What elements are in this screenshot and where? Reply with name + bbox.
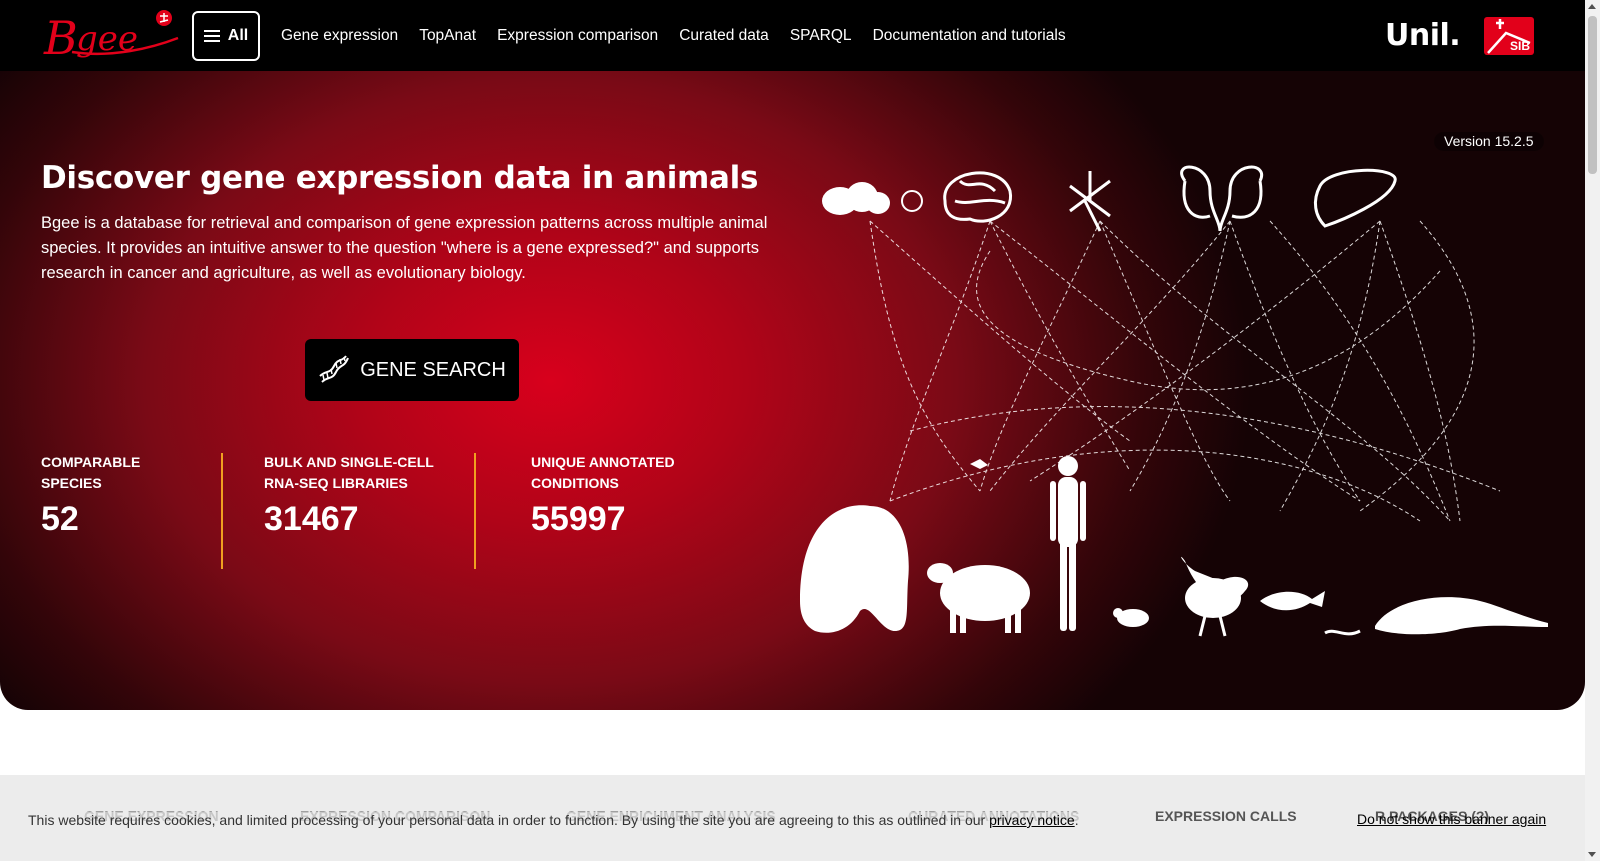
dismiss-banner-link[interactable]: Do not show this banner again xyxy=(1357,811,1546,827)
bgee-logo[interactable]: B gee xyxy=(42,8,182,64)
stat-label: UNIQUE ANNOTATED CONDITIONS xyxy=(531,454,675,491)
cookie-message-text: This website requires cookies, and limit… xyxy=(28,812,986,828)
nav-topanat[interactable]: TopAnat xyxy=(419,27,476,45)
gene-search-label: GENE SEARCH xyxy=(360,358,506,381)
hero-section: Version 15.2.5 Discover gene expression … xyxy=(0,71,1585,710)
feature-tab[interactable]: EXPRESSION CALLS xyxy=(1155,808,1297,824)
stat-label: COMPARABLE SPECIES xyxy=(41,454,141,491)
version-badge: Version 15.2.5 xyxy=(1434,132,1544,151)
page-scrollbar[interactable] xyxy=(1585,0,1600,861)
nav-documentation[interactable]: Documentation and tutorials xyxy=(873,27,1066,45)
cookie-message: This website requires cookies, and limit… xyxy=(28,812,1079,828)
menu-icon xyxy=(203,30,220,42)
svg-text:B: B xyxy=(43,11,78,64)
stat-value: 52 xyxy=(41,500,79,538)
dna-icon xyxy=(319,355,350,383)
nav-gene-expression[interactable]: Gene expression xyxy=(281,27,398,45)
stat-label: BULK AND SINGLE-CELL RNA-SEQ LIBRARIES xyxy=(264,454,434,491)
stat-divider xyxy=(474,453,476,569)
sib-logo[interactable]: SIB xyxy=(1484,17,1534,55)
nav-sparql[interactable]: SPARQL xyxy=(790,27,852,45)
privacy-notice-link[interactable]: privacy notice xyxy=(989,812,1075,828)
stat-species: COMPARABLE SPECIES 52 xyxy=(41,452,161,539)
scroll-up-arrow-icon[interactable] xyxy=(1588,4,1596,9)
nav-curated-data[interactable]: Curated data xyxy=(679,27,769,45)
nav-expression-comparison[interactable]: Expression comparison xyxy=(497,27,658,45)
top-navbar: B gee All Gene expression TopAnat Expres… xyxy=(0,0,1585,71)
species-anatomy-illustration xyxy=(800,165,1548,637)
stat-libraries: BULK AND SINGLE-CELL RNA-SEQ LIBRARIES 3… xyxy=(264,452,454,539)
unil-logo[interactable]: Unil. xyxy=(1385,18,1461,53)
cookie-message-period: . xyxy=(1074,812,1079,828)
stat-value: 55997 xyxy=(531,500,626,538)
scroll-down-arrow-icon[interactable] xyxy=(1588,852,1596,857)
stat-divider xyxy=(221,453,223,569)
stat-conditions: UNIQUE ANNOTATED CONDITIONS 55997 xyxy=(531,452,701,539)
page-title: Discover gene expression data in animals xyxy=(41,160,759,196)
cookie-banner: GENE EXPRESSION EXPRESSION COMPARISON GE… xyxy=(0,775,1585,861)
stat-value: 31467 xyxy=(264,500,359,538)
all-menu-button[interactable]: All xyxy=(192,11,260,61)
main-nav: Gene expression TopAnat Expression compa… xyxy=(281,0,1066,71)
hero-description: Bgee is a database for retrieval and com… xyxy=(41,214,768,282)
all-menu-label: All xyxy=(227,27,249,44)
scrollbar-thumb[interactable] xyxy=(1588,16,1597,174)
sib-logo-text: SIB xyxy=(1509,39,1530,53)
gene-search-button[interactable]: GENE SEARCH xyxy=(305,339,519,401)
